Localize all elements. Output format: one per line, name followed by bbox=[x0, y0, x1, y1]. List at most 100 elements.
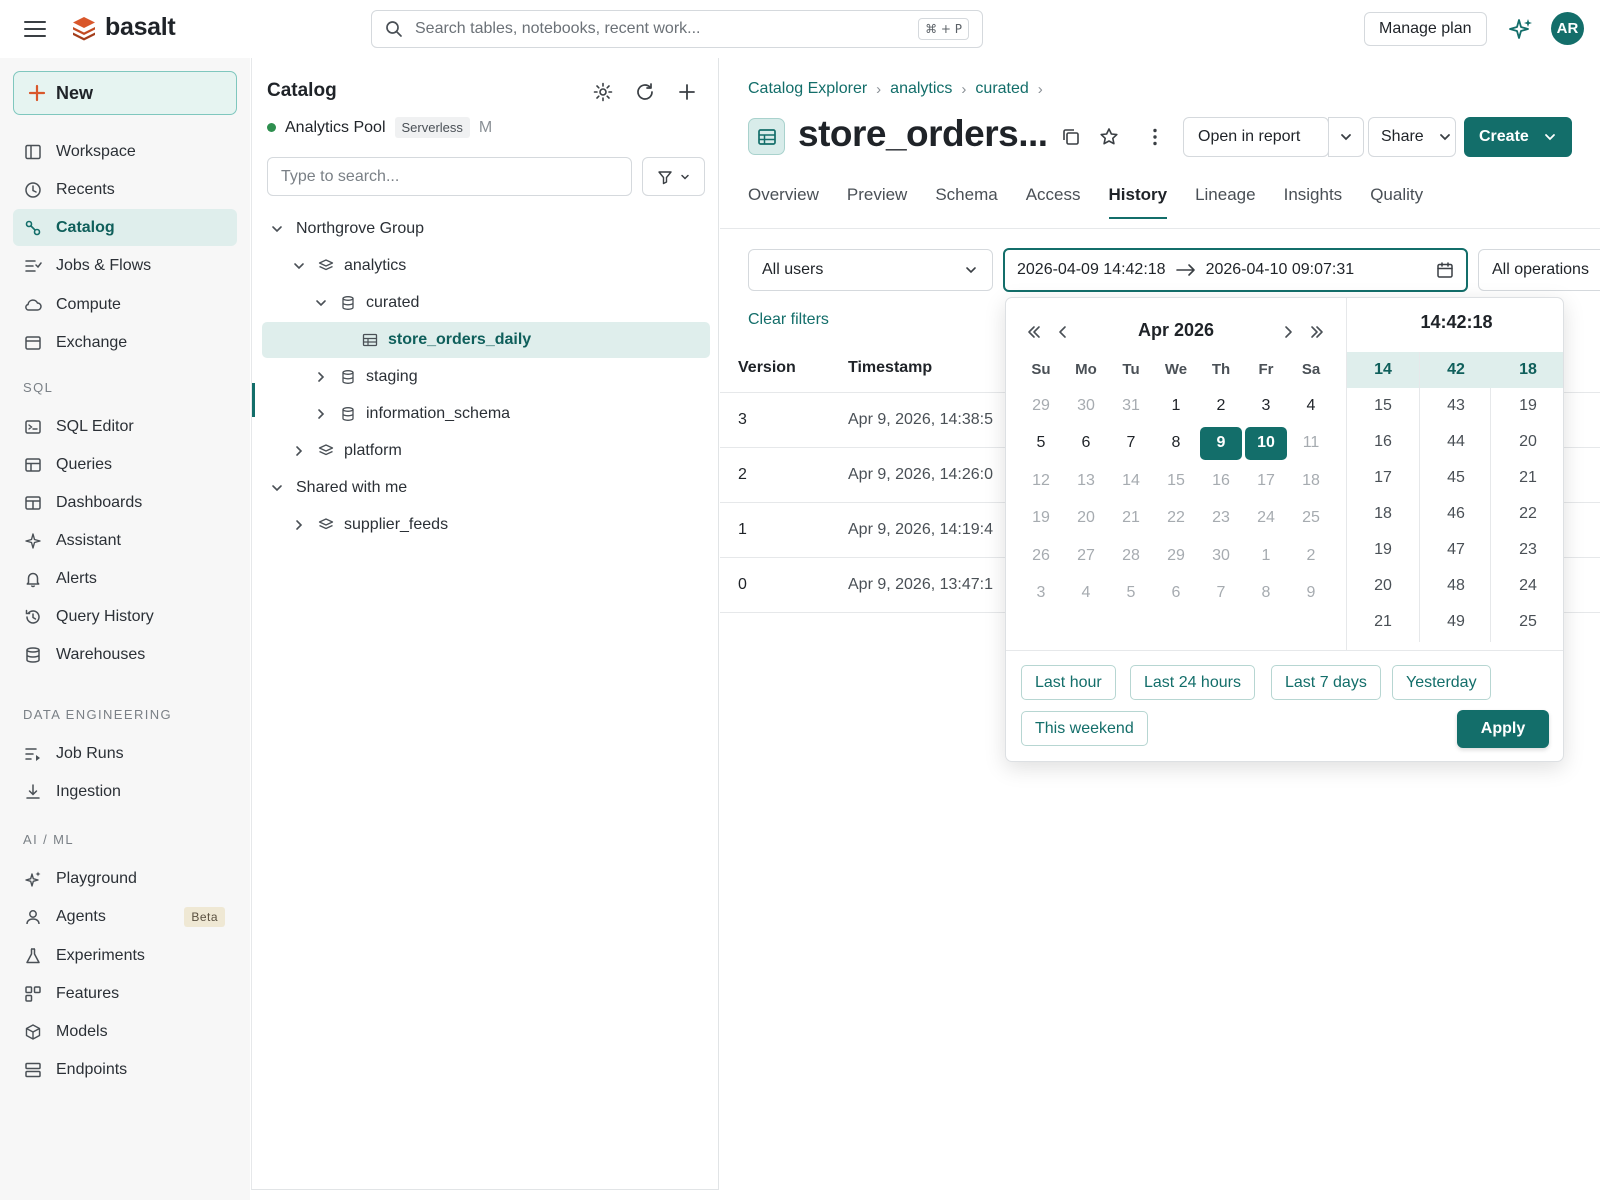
tree-item[interactable]: analytics bbox=[262, 248, 710, 284]
breadcrumb-analytics[interactable]: analytics bbox=[890, 80, 952, 98]
calendar-day[interactable]: 5 bbox=[1110, 577, 1152, 610]
sidebar-item-queries[interactable]: Queries bbox=[13, 446, 237, 483]
calendar-day[interactable]: 20 bbox=[1065, 502, 1107, 535]
sidebar-item-endpoints[interactable]: Endpoints bbox=[13, 1051, 237, 1088]
more-options-icon[interactable] bbox=[1144, 126, 1166, 148]
date-range-start[interactable]: 2026-04-09 14:42:18 bbox=[1017, 261, 1166, 279]
operations-filter-select[interactable]: All operations bbox=[1478, 249, 1600, 291]
tree-item[interactable]: supplier_feeds bbox=[262, 507, 710, 543]
tree-item[interactable]: curated bbox=[262, 285, 710, 321]
calendar-day[interactable]: 1 bbox=[1245, 539, 1287, 572]
time-option[interactable]: 46 bbox=[1420, 496, 1492, 532]
time-option[interactable]: 18 bbox=[1347, 496, 1419, 532]
menu-icon[interactable] bbox=[22, 17, 48, 41]
tree-item[interactable]: staging bbox=[262, 359, 710, 395]
sidebar-item-compute[interactable]: Compute bbox=[13, 286, 237, 323]
app-logo[interactable]: basalt bbox=[71, 13, 176, 42]
time-option[interactable]: 49 bbox=[1420, 604, 1492, 640]
calendar-icon[interactable] bbox=[1436, 261, 1454, 279]
sidebar-item-models[interactable]: Models bbox=[13, 1013, 237, 1050]
time-option[interactable]: 21 bbox=[1347, 604, 1419, 640]
sidebar-item-exchange[interactable]: Exchange bbox=[13, 324, 237, 361]
tree-item[interactable]: information_schema bbox=[262, 396, 710, 432]
sidebar-item-ingestion[interactable]: Ingestion bbox=[13, 773, 237, 810]
calendar-day[interactable]: 2 bbox=[1200, 389, 1242, 422]
open-in-report-button[interactable]: Open in report bbox=[1183, 117, 1329, 157]
breadcrumb-curated[interactable]: curated bbox=[975, 80, 1028, 98]
time-option[interactable]: 25 bbox=[1492, 604, 1563, 640]
column-header-version[interactable]: Version bbox=[738, 359, 796, 377]
time-option[interactable]: 24 bbox=[1492, 568, 1563, 604]
sidebar-item-playground[interactable]: Playground bbox=[13, 860, 237, 897]
column-header-timestamp[interactable]: Timestamp bbox=[848, 359, 932, 377]
tab-lineage[interactable]: Lineage bbox=[1195, 185, 1256, 219]
filter-button[interactable] bbox=[642, 157, 705, 196]
tab-preview[interactable]: Preview bbox=[847, 185, 907, 219]
time-option[interactable]: 20 bbox=[1347, 568, 1419, 604]
calendar-day[interactable]: 17 bbox=[1245, 464, 1287, 497]
sidebar-item-sql-editor[interactable]: SQL Editor bbox=[13, 408, 237, 445]
sidebar-item-alerts[interactable]: Alerts bbox=[13, 560, 237, 597]
second-column[interactable]: 18 19 20 21 22 23 24 25 bbox=[1492, 352, 1563, 642]
chevron-right-icon[interactable] bbox=[292, 518, 306, 532]
calendar-day[interactable]: 30 bbox=[1200, 539, 1242, 572]
clear-filters-link[interactable]: Clear filters bbox=[748, 311, 829, 329]
chevron-right-icon[interactable] bbox=[314, 407, 328, 421]
user-filter-select[interactable]: All users bbox=[748, 249, 993, 291]
global-search-input[interactable] bbox=[415, 20, 919, 38]
calendar-day[interactable]: 14 bbox=[1110, 464, 1152, 497]
calendar-day-selected-end[interactable]: 10 bbox=[1245, 426, 1287, 460]
next-year-icon[interactable] bbox=[1307, 322, 1327, 342]
calendar-day[interactable]: 2 bbox=[1290, 539, 1332, 572]
user-avatar[interactable]: AR bbox=[1551, 12, 1584, 45]
calendar-day[interactable]: 29 bbox=[1020, 389, 1062, 422]
create-button[interactable]: Create bbox=[1464, 117, 1572, 157]
calendar-day[interactable]: 18 bbox=[1290, 464, 1332, 497]
sidebar-item-features[interactable]: Features bbox=[13, 975, 237, 1012]
next-month-icon[interactable] bbox=[1278, 322, 1298, 342]
time-option[interactable]: 23 bbox=[1492, 532, 1563, 568]
previous-year-icon[interactable] bbox=[1024, 322, 1044, 342]
open-in-report-dropdown[interactable] bbox=[1328, 117, 1364, 157]
refresh-icon[interactable] bbox=[634, 81, 656, 103]
date-range-end[interactable]: 2026-04-10 09:07:31 bbox=[1206, 261, 1355, 279]
time-option[interactable]: 19 bbox=[1492, 388, 1563, 424]
apply-button[interactable]: Apply bbox=[1457, 710, 1549, 748]
time-option-selected[interactable]: 14 bbox=[1347, 352, 1419, 388]
calendar-day[interactable]: 13 bbox=[1065, 464, 1107, 497]
chevron-right-icon[interactable] bbox=[292, 444, 306, 458]
calendar-day[interactable]: 28 bbox=[1110, 539, 1152, 572]
calendar-day[interactable]: 8 bbox=[1245, 577, 1287, 610]
calendar-day[interactable]: 5 bbox=[1020, 427, 1062, 460]
calendar-day[interactable]: 23 bbox=[1200, 502, 1242, 535]
sidebar-item-workspace[interactable]: Workspace bbox=[13, 133, 237, 170]
calendar-day[interactable]: 11 bbox=[1290, 427, 1332, 460]
tab-quality[interactable]: Quality bbox=[1370, 185, 1423, 219]
minute-column[interactable]: 42 43 44 45 46 47 48 49 bbox=[1419, 352, 1492, 642]
calendar-day[interactable]: 3 bbox=[1245, 389, 1287, 422]
compute-pool-indicator[interactable]: Analytics Pool Serverless M bbox=[267, 117, 492, 138]
preset-this-weekend[interactable]: This weekend bbox=[1021, 711, 1148, 746]
calendar-day[interactable]: 27 bbox=[1065, 539, 1107, 572]
chevron-down-icon[interactable] bbox=[270, 222, 284, 236]
calendar-day[interactable]: 4 bbox=[1065, 577, 1107, 610]
calendar-day-selected-start[interactable]: 9 bbox=[1200, 426, 1242, 460]
time-option[interactable]: 16 bbox=[1347, 424, 1419, 460]
sidebar-item-job-runs[interactable]: Job Runs bbox=[13, 735, 237, 772]
add-icon[interactable] bbox=[676, 81, 698, 103]
sidebar-item-recents[interactable]: Recents bbox=[13, 171, 237, 208]
new-button[interactable]: New bbox=[13, 71, 237, 115]
calendar-day[interactable]: 29 bbox=[1155, 539, 1197, 572]
time-option[interactable]: 48 bbox=[1420, 568, 1492, 604]
tab-insights[interactable]: Insights bbox=[1284, 185, 1343, 219]
preset-yesterday[interactable]: Yesterday bbox=[1392, 665, 1491, 700]
sidebar-item-jobs-flows[interactable]: Jobs & Flows bbox=[13, 247, 237, 284]
sidebar-item-assistant[interactable]: Assistant bbox=[13, 522, 237, 559]
sidebar-item-warehouses[interactable]: Warehouses bbox=[13, 636, 237, 673]
calendar-day[interactable]: 21 bbox=[1110, 502, 1152, 535]
time-option[interactable]: 19 bbox=[1347, 532, 1419, 568]
star-icon[interactable] bbox=[1098, 126, 1120, 148]
calendar-day[interactable]: 1 bbox=[1155, 389, 1197, 422]
date-range-input[interactable]: 2026-04-09 14:42:18 2026-04-10 09:07:31 bbox=[1003, 248, 1468, 292]
calendar-day[interactable]: 6 bbox=[1155, 577, 1197, 610]
